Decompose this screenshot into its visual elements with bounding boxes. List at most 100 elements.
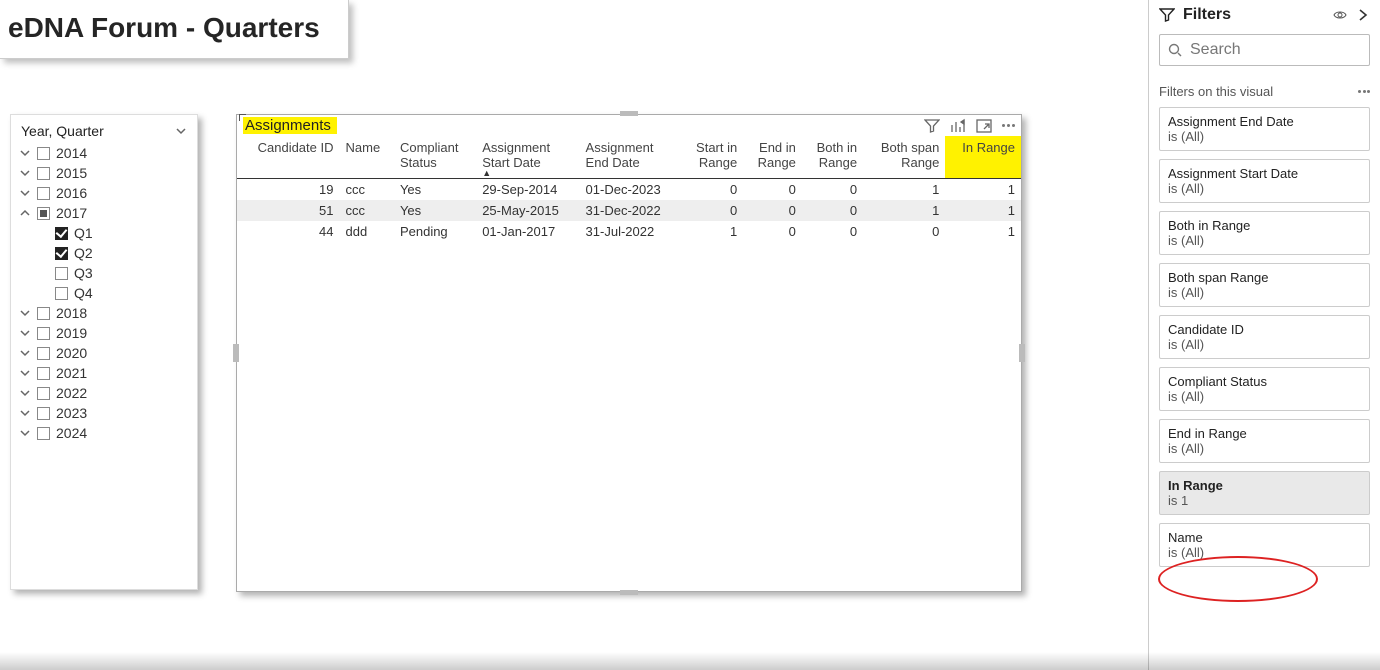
resize-handle[interactable] [620, 590, 638, 595]
checkbox[interactable] [37, 207, 50, 220]
slicer-year-label: 2021 [56, 365, 87, 381]
chevron-down-icon[interactable] [19, 367, 31, 379]
page-title: eDNA Forum - Quarters [0, 0, 349, 59]
slicer-year-row[interactable]: 2017 [19, 203, 189, 223]
checkbox[interactable] [37, 347, 50, 360]
collapse-pane-icon[interactable] [1356, 8, 1370, 22]
checkbox[interactable] [37, 307, 50, 320]
slicer-quarter-row[interactable]: Q1 [19, 223, 189, 243]
column-header[interactable]: End inRange [743, 136, 802, 179]
column-header[interactable]: AssignmentStart Date▲ [476, 136, 579, 179]
column-header[interactable]: In Range [945, 136, 1021, 179]
slicer-quarter-label: Q2 [74, 245, 93, 261]
chevron-down-icon[interactable] [19, 427, 31, 439]
table-cell: ccc [340, 179, 394, 201]
checkbox[interactable] [55, 247, 68, 260]
checkbox[interactable] [37, 167, 50, 180]
checkbox[interactable] [37, 387, 50, 400]
slicer-year-label: 2023 [56, 405, 87, 421]
slicer-year-row[interactable]: 2020 [19, 343, 189, 363]
filter-field-name: Both span Range [1168, 270, 1268, 285]
slicer-year-label: 2020 [56, 345, 87, 361]
table-cell: 01-Dec-2023 [580, 179, 682, 201]
slicer-quarter-label: Q3 [74, 265, 93, 281]
column-header[interactable]: Name [340, 136, 394, 179]
resize-handle[interactable] [620, 111, 638, 116]
checkbox[interactable] [37, 187, 50, 200]
table-cell: 0 [743, 200, 802, 221]
filter-field-name: Compliant Status [1168, 374, 1267, 389]
table-title: Assignments [243, 117, 337, 134]
slicer-quarter-label: Q1 [74, 225, 93, 241]
table-cell: 0 [802, 179, 863, 201]
checkbox[interactable] [55, 287, 68, 300]
table-row[interactable]: 44dddPending01-Jan-201731-Jul-202210001 [237, 221, 1021, 242]
slicer-quarter-row[interactable]: Q3 [19, 263, 189, 283]
filter-field-name: Name [1168, 530, 1203, 545]
slicer-year-row[interactable]: 2019 [19, 323, 189, 343]
filters-pane: Filters Search Filters on this visual As… [1148, 0, 1380, 670]
show-pane-icon[interactable] [1332, 8, 1348, 22]
column-header[interactable]: AssignmentEnd Date [580, 136, 682, 179]
chevron-down-icon[interactable] [19, 147, 31, 159]
filter-icon[interactable] [924, 118, 940, 134]
column-header[interactable]: CompliantStatus [394, 136, 476, 179]
chevron-up-icon[interactable] [19, 207, 31, 219]
chevron-down-icon[interactable] [19, 187, 31, 199]
slicer-year-row[interactable]: 2016 [19, 183, 189, 203]
filter-card[interactable]: Name is (All) [1159, 523, 1370, 567]
chevron-down-icon[interactable] [19, 307, 31, 319]
checkbox[interactable] [55, 227, 68, 240]
assignments-table-visual[interactable]: Assignments Candidate IDNameCompliantSta… [236, 114, 1022, 592]
checkbox[interactable] [37, 367, 50, 380]
chevron-down-icon[interactable] [19, 327, 31, 339]
filter-card[interactable]: End in Range is (All) [1159, 419, 1370, 463]
drill-icon[interactable] [950, 118, 966, 134]
slicer-year-row[interactable]: 2024 [19, 423, 189, 443]
table-cell: 51 [237, 200, 340, 221]
checkbox[interactable] [37, 407, 50, 420]
filter-card[interactable]: Both in Range is (All) [1159, 211, 1370, 255]
column-header[interactable]: Both spanRange [863, 136, 945, 179]
filter-card[interactable]: Compliant Status is (All) [1159, 367, 1370, 411]
chevron-down-icon[interactable] [175, 125, 187, 137]
slicer-year-row[interactable]: 2023 [19, 403, 189, 423]
table-cell: 0 [802, 200, 863, 221]
checkbox[interactable] [55, 267, 68, 280]
filter-card[interactable]: Candidate ID is (All) [1159, 315, 1370, 359]
year-quarter-slicer[interactable]: Year, Quarter 2014 2015 2016 2017 Q1 [10, 114, 198, 590]
focus-mode-icon[interactable] [976, 118, 992, 134]
column-header[interactable]: Start inRange [681, 136, 743, 179]
checkbox[interactable] [37, 327, 50, 340]
slicer-year-row[interactable]: 2015 [19, 163, 189, 183]
table-row[interactable]: 51cccYes25-May-201531-Dec-202200011 [237, 200, 1021, 221]
column-header[interactable]: Candidate ID [237, 136, 340, 179]
resize-handle[interactable] [233, 344, 239, 362]
filter-card[interactable]: Assignment End Date is (All) [1159, 107, 1370, 151]
chevron-down-icon[interactable] [19, 387, 31, 399]
chevron-down-icon[interactable] [19, 167, 31, 179]
filter-card[interactable]: Assignment Start Date is (All) [1159, 159, 1370, 203]
slicer-year-label: 2014 [56, 145, 87, 161]
slicer-year-row[interactable]: 2022 [19, 383, 189, 403]
more-options-icon[interactable] [1002, 124, 1015, 127]
table-row[interactable]: 19cccYes29-Sep-201401-Dec-202300011 [237, 179, 1021, 201]
chevron-down-icon[interactable] [19, 347, 31, 359]
table-cell: 1 [945, 200, 1021, 221]
filter-card[interactable]: Both span Range is (All) [1159, 263, 1370, 307]
slicer-year-row[interactable]: 2021 [19, 363, 189, 383]
filters-title: Filters [1183, 6, 1231, 24]
filter-card[interactable]: In Range is 1 [1159, 471, 1370, 515]
filters-search-input[interactable]: Search [1159, 34, 1370, 66]
slicer-year-row[interactable]: 2018 [19, 303, 189, 323]
resize-handle[interactable] [1019, 344, 1025, 362]
slicer-quarter-label: Q4 [74, 285, 93, 301]
slicer-quarter-row[interactable]: Q4 [19, 283, 189, 303]
checkbox[interactable] [37, 427, 50, 440]
column-header[interactable]: Both inRange [802, 136, 863, 179]
slicer-quarter-row[interactable]: Q2 [19, 243, 189, 263]
slicer-year-row[interactable]: 2014 [19, 143, 189, 163]
chevron-down-icon[interactable] [19, 407, 31, 419]
checkbox[interactable] [37, 147, 50, 160]
more-options-icon[interactable] [1358, 90, 1370, 93]
